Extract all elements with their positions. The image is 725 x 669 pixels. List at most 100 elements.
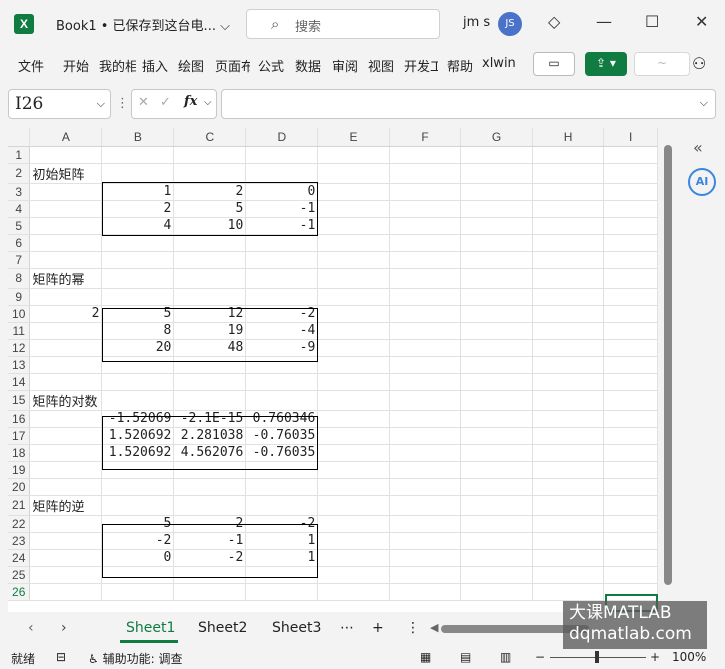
cell[interactable]: [389, 515, 462, 533]
cell[interactable]: 0.760346: [245, 410, 319, 428]
cell[interactable]: [603, 566, 658, 584]
zoom-slider-thumb[interactable]: [595, 651, 599, 663]
cell[interactable]: [389, 200, 462, 218]
cell[interactable]: [245, 163, 319, 184]
tab-developer[interactable]: 开发工: [404, 56, 438, 75]
cell[interactable]: [317, 356, 390, 374]
cell[interactable]: [603, 305, 658, 323]
cell[interactable]: [101, 495, 175, 516]
cell[interactable]: [317, 268, 390, 289]
row-header[interactable]: 19: [8, 461, 31, 479]
cell[interactable]: 12: [173, 305, 247, 323]
cell[interactable]: [317, 390, 390, 411]
cell[interactable]: [460, 566, 533, 584]
scroll-left-icon[interactable]: ‹: [28, 620, 34, 636]
name-box[interactable]: I26 ⌵: [8, 89, 111, 119]
hscroll-left-icon[interactable]: ◀: [430, 621, 438, 634]
cell[interactable]: [101, 146, 175, 164]
cell[interactable]: [603, 515, 658, 533]
cell[interactable]: [460, 549, 533, 567]
cell[interactable]: [389, 339, 462, 357]
cell[interactable]: [389, 444, 462, 462]
cell[interactable]: [603, 234, 658, 252]
cell[interactable]: [532, 532, 605, 550]
page-break-view-icon[interactable]: ▥: [500, 650, 511, 664]
cell[interactable]: [317, 163, 390, 184]
cell[interactable]: 矩阵的幂: [29, 268, 103, 289]
cell[interactable]: [173, 163, 247, 184]
cell-table[interactable]: A B C D E F G H I 1 2 初始矩阵 3 1 2 0 4 2 5 -1 5 4 10 -1 6 7 8 矩阵的幂 9 10…: [8, 128, 658, 601]
cell[interactable]: [317, 200, 390, 218]
zoom-level[interactable]: 100%: [672, 650, 706, 664]
cell[interactable]: [317, 549, 390, 567]
cell[interactable]: [317, 427, 390, 445]
column-header[interactable]: H: [532, 128, 605, 147]
cell[interactable]: [173, 566, 247, 584]
cell[interactable]: [101, 566, 175, 584]
row-header[interactable]: 3: [8, 183, 31, 201]
cell[interactable]: [532, 217, 605, 235]
row-header[interactable]: 18: [8, 444, 31, 462]
cell[interactable]: -2: [101, 532, 175, 550]
cell[interactable]: [317, 583, 390, 601]
cell[interactable]: 1.520692: [101, 427, 175, 445]
collapse-panel-icon[interactable]: «: [693, 138, 703, 157]
macro-record-icon[interactable]: ⊟: [56, 650, 66, 664]
cell[interactable]: 0: [101, 549, 175, 567]
cell[interactable]: [317, 373, 390, 391]
sheet-options-icon[interactable]: ⋮: [406, 620, 420, 636]
cell[interactable]: [389, 373, 462, 391]
cell[interactable]: [460, 217, 533, 235]
maximize-icon[interactable]: ☐: [645, 12, 659, 31]
row-header[interactable]: 15: [8, 390, 31, 411]
tab-view[interactable]: 视图: [368, 56, 394, 75]
insert-function-icon[interactable]: fx: [184, 94, 197, 109]
ai-assistant-icon[interactable]: AI: [688, 168, 716, 196]
cell[interactable]: [532, 339, 605, 357]
cell[interactable]: [389, 495, 462, 516]
cell[interactable]: 5: [101, 515, 175, 533]
cell[interactable]: [389, 583, 462, 601]
cell[interactable]: [532, 322, 605, 340]
cell[interactable]: [173, 234, 247, 252]
select-all-corner[interactable]: [8, 128, 31, 147]
cell[interactable]: [532, 268, 605, 289]
cell[interactable]: 19: [173, 322, 247, 340]
sheet-tab-1[interactable]: Sheet1: [126, 620, 175, 636]
cell[interactable]: [245, 268, 319, 289]
scroll-right-icon[interactable]: ›: [61, 620, 67, 636]
cell[interactable]: [317, 495, 390, 516]
cell[interactable]: [29, 200, 103, 218]
cell[interactable]: -4: [245, 322, 319, 340]
cell[interactable]: [460, 146, 533, 164]
cell[interactable]: [101, 163, 175, 184]
cell[interactable]: 矩阵的逆: [29, 495, 103, 516]
cell[interactable]: [29, 373, 103, 391]
cell[interactable]: [389, 427, 462, 445]
cell[interactable]: [101, 356, 175, 374]
cell[interactable]: [460, 305, 533, 323]
cell[interactable]: [173, 356, 247, 374]
cell[interactable]: [532, 251, 605, 269]
cell[interactable]: [389, 217, 462, 235]
cell[interactable]: [389, 146, 462, 164]
cell[interactable]: [603, 356, 658, 374]
column-header[interactable]: F: [389, 128, 462, 147]
row-header[interactable]: 10: [8, 305, 31, 323]
sheet-tab-2[interactable]: Sheet2: [198, 620, 247, 636]
cell[interactable]: [245, 495, 319, 516]
cell[interactable]: [101, 461, 175, 479]
cell[interactable]: [173, 373, 247, 391]
cell[interactable]: [29, 566, 103, 584]
cell[interactable]: [532, 410, 605, 428]
tab-home[interactable]: 开始: [63, 56, 89, 75]
cell[interactable]: 5: [173, 200, 247, 218]
cell[interactable]: [532, 305, 605, 323]
cell[interactable]: 1: [245, 532, 319, 550]
cell[interactable]: [101, 390, 175, 411]
cell[interactable]: [460, 444, 533, 462]
more-sheets-icon[interactable]: ⋯: [340, 620, 354, 636]
cell[interactable]: -2.1E-15: [173, 410, 247, 428]
cell[interactable]: [245, 583, 319, 601]
cell[interactable]: [29, 322, 103, 340]
